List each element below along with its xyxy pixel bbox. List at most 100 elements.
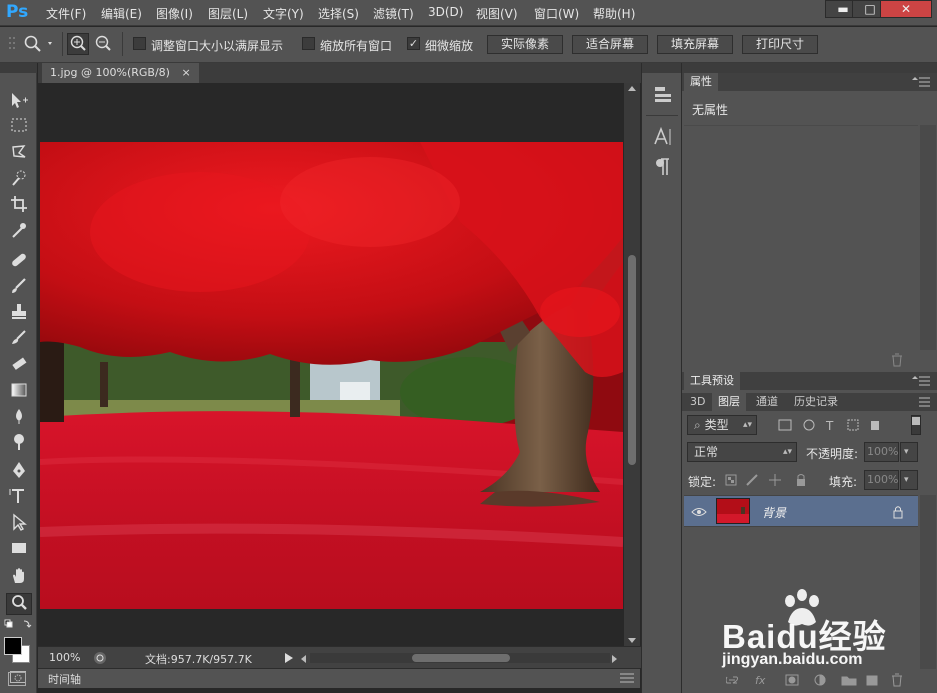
resize-windows-label: 调整窗口大小以满屏显示 [151, 39, 284, 53]
zoom-level[interactable]: 100% [49, 651, 80, 664]
panel-menu-icon[interactable] [912, 397, 930, 407]
search-icon: ⌕ [694, 418, 701, 432]
menu-view[interactable]: 视图(V) [476, 5, 518, 22]
photo-red-autumn-trees[interactable] [40, 142, 623, 609]
panel-menu-icon[interactable] [912, 77, 930, 87]
opacity-input[interactable]: 100% [864, 442, 899, 462]
opacity-label: 不透明度: [806, 447, 859, 461]
actual-pixels-button[interactable]: 实际像素 [487, 35, 563, 54]
path-selection-tool-icon[interactable] [6, 513, 32, 535]
scroll-right-icon[interactable] [612, 655, 618, 663]
tab-layers[interactable]: 图层 [712, 393, 746, 411]
zoom-tool-icon[interactable] [6, 593, 32, 615]
menu-edit[interactable]: 编辑(E) [101, 5, 142, 22]
menu-type[interactable]: 文字(Y) [263, 5, 304, 22]
layers-scrollbar[interactable] [920, 495, 936, 669]
move-tool-icon[interactable] [6, 91, 32, 113]
layer-filter-icons[interactable]: T [778, 418, 890, 432]
blend-mode-select[interactable]: 正常 ▴▾ [687, 442, 797, 462]
eyedropper-tool-icon[interactable] [6, 221, 32, 243]
timeline-tab[interactable]: 时间轴 [48, 671, 81, 687]
marquee-tool-icon[interactable] [6, 117, 32, 139]
fit-screen-button[interactable]: 适合屏幕 [572, 35, 648, 54]
document-tab[interactable]: 1.jpg @ 100%(RGB/8) × [42, 63, 199, 83]
layer-filter-kind-select[interactable]: ⌕ 类型 ▴▾ [687, 415, 757, 435]
tab-history[interactable]: 历史记录 [788, 393, 844, 411]
document-size-info: 文档:957.7K/957.7K [145, 653, 252, 666]
history-brush-tool-icon[interactable] [6, 329, 32, 351]
status-share-icon[interactable] [92, 650, 108, 666]
color-swap-icon[interactable] [4, 619, 32, 631]
tool-presets-tab-bar: 工具预设 [682, 372, 937, 390]
horizontal-scrollbar[interactable] [310, 653, 610, 663]
menu-layer[interactable]: 图层(L) [208, 5, 248, 22]
screen-mode-icon[interactable] [8, 672, 26, 686]
timeline-panel: 时间轴 [38, 668, 640, 688]
blur-tool-icon[interactable] [6, 407, 32, 429]
scrubby-zoom-checkbox[interactable]: ✓ [407, 37, 420, 50]
trash-icon[interactable] [890, 353, 904, 367]
vertical-scroll-thumb[interactable] [628, 255, 636, 465]
properties-content: 无属性 [692, 103, 729, 117]
panel-menu-icon[interactable] [620, 673, 634, 683]
tab-channels[interactable]: 通道 [750, 393, 784, 411]
zoom-all-windows-checkbox[interactable] [302, 37, 315, 50]
lock-options-icons[interactable] [725, 473, 805, 487]
scroll-left-icon[interactable] [300, 655, 306, 663]
tab-properties[interactable]: 属性 [684, 73, 718, 91]
filter-toggle[interactable] [911, 415, 921, 435]
brush-tool-icon[interactable] [6, 277, 32, 299]
menu-image[interactable]: 图像(I) [156, 5, 193, 22]
menu-help[interactable]: 帮助(H) [593, 5, 635, 22]
paragraph-panel-icon[interactable] [652, 157, 674, 177]
menu-file[interactable]: 文件(F) [46, 5, 86, 22]
rectangle-tool-icon[interactable] [6, 539, 32, 561]
foreground-color-swatch[interactable] [4, 637, 22, 655]
grip-icon [9, 37, 15, 49]
zoom-in-icon[interactable] [67, 33, 89, 55]
zoom-tool-preset-icon[interactable] [22, 34, 56, 54]
tools-panel [0, 63, 37, 693]
lasso-tool-icon[interactable] [6, 143, 32, 165]
status-menu-arrow-icon[interactable] [284, 652, 294, 664]
layer-name[interactable]: 背景 [762, 504, 786, 521]
character-panel-icon[interactable] [652, 127, 674, 147]
clone-stamp-tool-icon[interactable] [6, 303, 32, 325]
dodge-tool-icon[interactable] [6, 433, 32, 455]
scroll-up-icon[interactable] [628, 85, 636, 91]
fill-input[interactable]: 100% [864, 470, 899, 490]
pen-tool-icon[interactable] [6, 461, 32, 483]
menu-3d[interactable]: 3D(D) [428, 5, 463, 19]
scroll-down-icon[interactable] [628, 638, 636, 644]
fill-dropdown[interactable]: ▾ [900, 470, 918, 490]
close-tab-icon[interactable]: × [181, 66, 190, 79]
quick-selection-tool-icon[interactable] [6, 169, 32, 191]
canvas-area[interactable] [38, 83, 624, 646]
eraser-tool-icon[interactable] [6, 355, 32, 377]
gradient-tool-icon[interactable] [6, 381, 32, 403]
properties-scrollbar[interactable] [920, 125, 936, 350]
zoom-out-icon[interactable] [92, 33, 114, 55]
eye-icon[interactable] [691, 506, 707, 518]
hand-tool-icon[interactable] [6, 567, 32, 589]
fill-screen-button[interactable]: 填充屏幕 [657, 35, 733, 54]
healing-brush-tool-icon[interactable] [6, 251, 32, 273]
resize-windows-checkbox[interactable] [133, 37, 146, 50]
panel-menu-icon[interactable] [912, 376, 930, 386]
layer-row[interactable]: 背景 [684, 495, 918, 527]
layer-comps-icon[interactable] [652, 85, 674, 105]
opacity-dropdown[interactable]: ▾ [900, 442, 918, 462]
menu-select[interactable]: 选择(S) [318, 5, 359, 22]
close-window-button[interactable]: ✕ [880, 0, 932, 18]
tab-3d[interactable]: 3D [684, 393, 711, 411]
divider [62, 32, 63, 56]
menu-filter[interactable]: 滤镜(T) [373, 5, 414, 22]
tab-tool-presets[interactable]: 工具预设 [684, 372, 740, 390]
type-tool-icon[interactable] [6, 487, 32, 509]
vertical-scrollbar[interactable] [624, 83, 640, 646]
crop-tool-icon[interactable] [6, 195, 32, 217]
properties-body [684, 125, 918, 350]
menu-window[interactable]: 窗口(W) [534, 5, 579, 22]
horizontal-scroll-thumb[interactable] [412, 654, 510, 662]
print-size-button[interactable]: 打印尺寸 [742, 35, 818, 54]
